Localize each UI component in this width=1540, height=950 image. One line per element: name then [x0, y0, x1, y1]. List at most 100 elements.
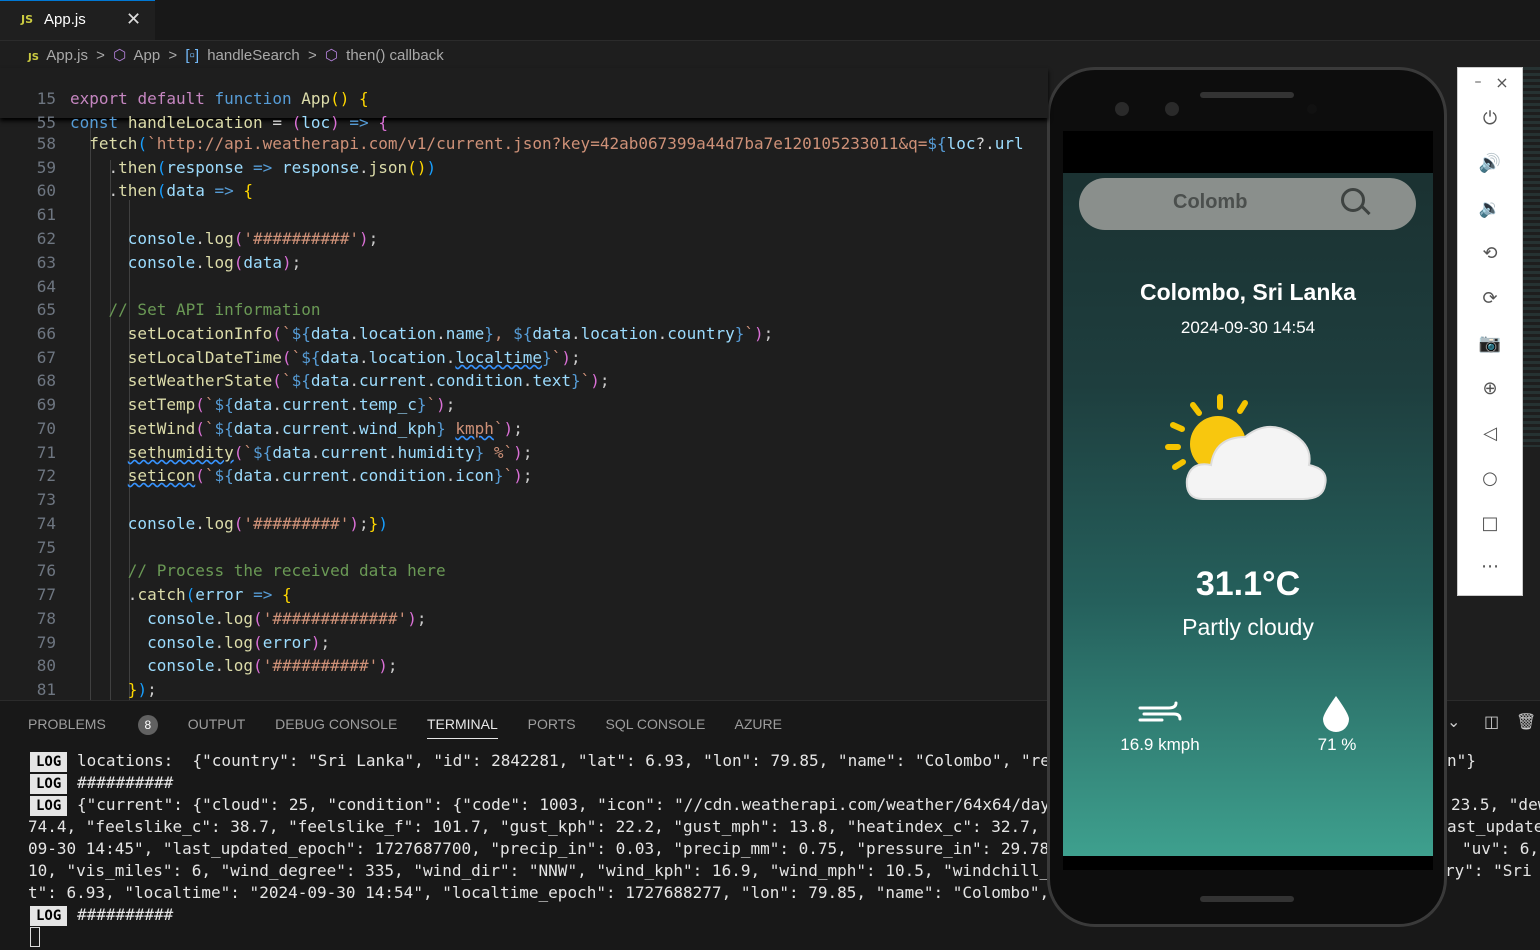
terminal-line: 10, "vis_miles": 6, "wind_degree": 335, … [28, 861, 1117, 880]
code-line: 55 const handleLocation = (loc) => { [0, 94, 388, 151]
cube-icon: ⬡ [113, 47, 127, 64]
breadcrumb-then-callback[interactable]: then() callback [346, 47, 444, 64]
line-number: 69 [36, 395, 56, 414]
log-badge: LOG [30, 752, 68, 772]
sticky-scroll-header: 15 export default function App() { 55 cons… [0, 68, 1048, 132]
chevron-down-icon[interactable]: ⌄ [1447, 712, 1460, 731]
sensor-icon [1115, 102, 1129, 116]
chevron-right-icon: > [168, 47, 178, 64]
power-icon[interactable]: ⏻ [1458, 108, 1522, 129]
log-badge: LOG [30, 774, 68, 794]
phone-screen[interactable]: Colomb Colombo, Sri Lanka 2024-09-30 14:… [1063, 131, 1433, 856]
minimap[interactable] [1522, 67, 1540, 447]
volume-down-icon[interactable]: 🔉 [1458, 198, 1522, 219]
line-number: 75 [36, 538, 56, 557]
status-bar [1063, 131, 1433, 173]
wind-speed: 16.9 kmph [1120, 735, 1200, 754]
log-badge: LOG [30, 796, 68, 816]
volume-up-icon[interactable]: 🔊 [1458, 153, 1522, 174]
terminal-line-tail: n"} [1447, 751, 1476, 770]
cube-icon: ⬡ [324, 47, 338, 64]
terminal-line: ########## [76, 773, 174, 792]
line-number: 71 [36, 443, 56, 462]
breadcrumb-file[interactable]: App.js [46, 47, 88, 64]
local-datetime: 2024-09-30 14:54 [1180, 318, 1316, 337]
terminal-line-tail: ry": "Sri L [1445, 861, 1532, 880]
breadcrumb-handle-search[interactable]: handleSearch [207, 47, 300, 64]
editor-tab-bar: JS App.js ✕ [0, 0, 1540, 41]
line-number: 64 [36, 277, 56, 296]
weather-condition: Partly cloudy [1182, 614, 1314, 640]
back-icon[interactable]: ◁ [1458, 423, 1522, 444]
split-terminal-icon[interactable]: ◫ [1484, 712, 1499, 731]
temperature: 31.1°C [1195, 565, 1301, 603]
trash-icon[interactable]: 🗑 [1516, 712, 1536, 731]
line-number: 79 [36, 633, 56, 652]
line-number: 76 [36, 561, 56, 580]
variable-icon: [▫] [185, 47, 200, 64]
tab-ports[interactable]: PORTS [528, 716, 576, 732]
terminal-line: {"current": {"cloud": 25, "condition": {… [76, 795, 1108, 814]
line-number: 65 [36, 300, 56, 319]
emulator-toolbar: – × ⏻ 🔊 🔉 ⟲ ⟳ 📷 ⊕ ◁ ○ □ ⋯ [1457, 67, 1523, 596]
line-number: 66 [36, 324, 56, 343]
tab-problems[interactable]: PROBLEMS 8 [28, 715, 158, 735]
terminal-line-tail: ast_update [1447, 817, 1540, 836]
line-number: 68 [36, 371, 56, 390]
tab-label: PROBLEMS [28, 716, 106, 732]
search-icon[interactable] [1341, 188, 1365, 212]
line-number: 74 [36, 514, 56, 533]
line-number: 59 [36, 158, 56, 177]
zoom-icon[interactable]: ⊕ [1458, 378, 1522, 399]
line-number: 60 [36, 181, 56, 200]
line-number: 73 [36, 490, 56, 509]
home-icon[interactable]: ○ [1458, 468, 1522, 489]
line-number: 70 [36, 419, 56, 438]
humidity: 71 % [1317, 735, 1357, 754]
terminal-line: locations: {"country": "Sri Lanka", "id"… [76, 751, 1108, 770]
rotate-right-icon[interactable]: ⟳ [1458, 288, 1522, 309]
tab-azure[interactable]: AZURE [734, 716, 781, 732]
log-badge: LOG [30, 906, 68, 926]
close-icon[interactable]: ✕ [126, 9, 141, 30]
terminal-cursor [30, 927, 40, 947]
tab-terminal[interactable]: TERMINAL [426, 716, 498, 739]
more-icon[interactable]: ⋯ [1458, 556, 1522, 577]
line-number: 81 [36, 680, 56, 699]
line-number: 77 [36, 585, 56, 604]
location-name: Colombo, Sri Lanka [1140, 279, 1356, 305]
rotate-left-icon[interactable]: ⟲ [1458, 243, 1522, 264]
terminal-line: 09-30 14:45", "last_updated_epoch": 1727… [28, 839, 1117, 858]
overview-icon[interactable]: □ [1458, 513, 1522, 534]
earpiece-speaker [1200, 92, 1294, 98]
line-number: 67 [36, 348, 56, 367]
line-number: 78 [36, 609, 56, 628]
chevron-right-icon: > [96, 47, 105, 64]
sensor-icon [1165, 102, 1179, 116]
tab-output[interactable]: OUTPUT [188, 716, 246, 732]
partly-cloudy-icon [1165, 394, 1327, 500]
line-number: 80 [36, 656, 56, 675]
bottom-speaker [1200, 896, 1294, 902]
front-camera-icon [1307, 104, 1317, 114]
close-icon[interactable]: × [1470, 73, 1534, 92]
panel-tabs: PROBLEMS 8 OUTPUT DEBUG CONSOLE TERMINAL … [28, 715, 808, 739]
tab-debug-console[interactable]: DEBUG CONSOLE [275, 716, 397, 732]
tab-app-js[interactable]: JS App.js ✕ [0, 0, 155, 40]
terminal-line-tail: 23.5, "dew [1451, 795, 1540, 814]
javascript-file-icon: JS [28, 52, 39, 63]
terminal-line-tail: "uv": 6, [1462, 839, 1540, 858]
javascript-file-icon: JS [21, 13, 34, 26]
terminal-line: 74.4, "feelslike_c": 38.7, "feelslike_f"… [28, 817, 1117, 836]
terminal-line: ########## [76, 905, 174, 924]
camera-icon[interactable]: 📷 [1458, 333, 1522, 354]
search-bar[interactable]: Colomb [1079, 178, 1416, 230]
breadcrumb-app[interactable]: App [134, 47, 161, 64]
line-number: 62 [36, 229, 56, 248]
search-input[interactable]: Colomb [1173, 191, 1247, 214]
problems-count-badge: 8 [137, 715, 158, 735]
line-number: 63 [36, 253, 56, 272]
tab-sql-console[interactable]: SQL CONSOLE [606, 716, 706, 732]
wind-icon [1138, 701, 1182, 722]
humidity-drop-icon [1323, 696, 1349, 732]
